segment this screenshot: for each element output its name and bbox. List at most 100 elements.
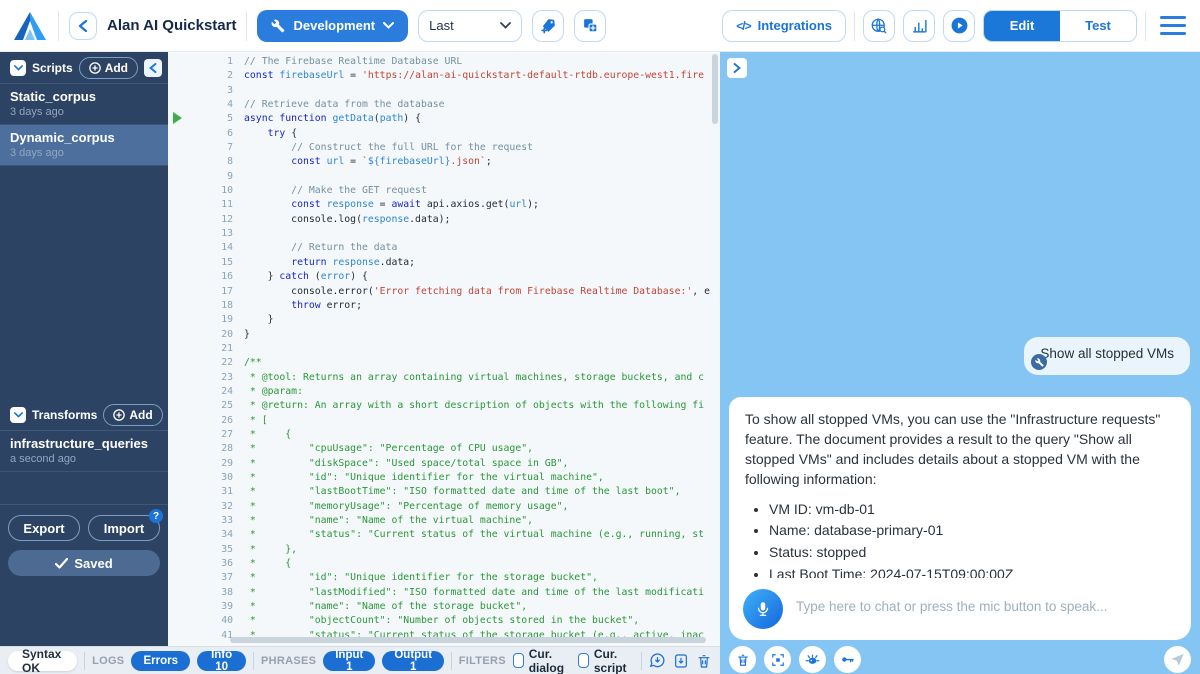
duplicate-button[interactable] — [574, 10, 606, 42]
user-message-text: Show all stopped VMs — [1040, 346, 1174, 361]
line-number: 20 — [168, 328, 244, 342]
clear-logs-button[interactable] — [696, 653, 712, 669]
back-button[interactable] — [69, 12, 97, 40]
file-download-icon — [673, 653, 689, 669]
environment-dropdown[interactable]: Development — [257, 10, 408, 42]
qr-scan-icon — [771, 653, 785, 667]
line-number: 14 — [168, 241, 244, 255]
qr-scan-button[interactable] — [764, 646, 791, 673]
cur-script-checkbox[interactable] — [578, 653, 589, 668]
add-version-tag-button[interactable] — [532, 10, 564, 42]
item-name: Dynamic_corpus — [10, 130, 158, 145]
cur-dialog-checkbox[interactable] — [513, 653, 524, 668]
chat-input-card — [729, 578, 1191, 640]
line-content: async function getData(path) { — [244, 112, 710, 126]
code-line: 7 // Construct the full URL for the requ… — [168, 141, 710, 155]
list-item[interactable]: infrastructure_queriesa second ago — [0, 431, 168, 472]
assistant-bullet-list: VM ID: vm-db-01Name: database-primary-01… — [769, 500, 1175, 586]
line-number: 24 — [168, 385, 244, 399]
scripts-list: Static_corpus3 days agoDynamic_corpus3 d… — [0, 84, 168, 166]
code-line: 13 — [168, 227, 710, 241]
tab-test[interactable]: Test — [1060, 11, 1136, 41]
line-content: try { — [244, 127, 710, 141]
line-content: * @return: An array with a short descrip… — [244, 399, 710, 413]
line-number: 38 — [168, 586, 244, 600]
chat-toolbar — [729, 646, 1191, 673]
list-item[interactable]: Dynamic_corpus3 days ago — [0, 125, 168, 166]
add-transform-button[interactable]: Add — [103, 404, 162, 426]
code-editor[interactable]: 1// The Firebase Realtime Database URL2c… — [168, 52, 720, 646]
add-script-button[interactable]: Add — [79, 57, 138, 79]
code-line: 16 } catch (error) { — [168, 270, 710, 284]
line-number: 13 — [168, 227, 244, 241]
help-badge[interactable]: ? — [149, 509, 163, 523]
filters-label: FILTERS — [459, 655, 506, 667]
bullet-item: Name: database-primary-01 — [769, 521, 1175, 541]
panel-expand-button[interactable] — [727, 58, 747, 78]
language-settings-button[interactable] — [863, 10, 895, 42]
line-number: 7 — [168, 141, 244, 155]
code-line: 11 const response = await api.axios.get(… — [168, 198, 710, 212]
line-content: * { — [244, 428, 710, 442]
analytics-button[interactable] — [903, 10, 935, 42]
code-line: 12 console.log(response.data); — [168, 213, 710, 227]
paper-plane-icon — [1170, 652, 1185, 667]
code-line: 10 // Make the GET request — [168, 184, 710, 198]
output-phrases-button[interactable]: Output 1 — [382, 651, 444, 671]
run-tutorial-button[interactable] — [943, 10, 975, 42]
line-number: 29 — [168, 457, 244, 471]
code-line: 31 * "lastBootTime": "ISO formatted date… — [168, 485, 710, 499]
input-phrases-button[interactable]: Input 1 — [323, 651, 375, 671]
line-content: * "memoryUsage": "Percentage of memory u… — [244, 500, 710, 514]
line-number: 25 — [168, 399, 244, 413]
tool-call-badge-icon[interactable] — [1031, 354, 1047, 370]
mic-button[interactable] — [743, 589, 783, 629]
clear-dialog-button[interactable] — [729, 646, 756, 673]
line-number: 32 — [168, 500, 244, 514]
code-line: 25 * @return: An array with a short desc… — [168, 399, 710, 413]
transforms-collapse-icon[interactable] — [10, 407, 26, 423]
version-select[interactable]: Last — [418, 10, 522, 42]
line-content: * { — [244, 557, 710, 571]
chat-download-icon — [649, 652, 666, 669]
divider — [641, 652, 642, 670]
saved-button[interactable]: Saved — [8, 550, 160, 576]
line-number: 9 — [168, 170, 244, 184]
line-content: // Construct the full URL for the reques… — [244, 141, 710, 155]
code-line: 28 * "cpuUsage": "Percentage of CPU usag… — [168, 442, 710, 456]
chat-input[interactable] — [796, 589, 1177, 614]
auth-key-button[interactable] — [834, 646, 861, 673]
code-line: 32 * "memoryUsage": "Percentage of memor… — [168, 500, 710, 514]
list-item[interactable]: Static_corpus3 days ago — [0, 84, 168, 125]
line-content: // The Firebase Realtime Database URL — [244, 55, 710, 69]
export-button[interactable]: Export — [8, 515, 80, 541]
code-line: 24 * @param: — [168, 385, 710, 399]
line-content: return response.data; — [244, 256, 710, 270]
line-number: 31 — [168, 485, 244, 499]
editor-vertical-scrollbar[interactable] — [712, 54, 718, 124]
tab-edit[interactable]: Edit — [984, 11, 1060, 41]
editor-horizontal-scrollbar[interactable] — [230, 637, 706, 643]
info-button[interactable]: Info 10 — [197, 651, 246, 671]
import-button[interactable]: Import ? — [88, 515, 160, 541]
export-dialog-button[interactable] — [649, 652, 666, 669]
send-button[interactable] — [1164, 646, 1191, 673]
chat-test-panel: Show all stopped VMs To show all stopped… — [720, 52, 1200, 674]
sidebar-collapse-button[interactable] — [144, 59, 162, 77]
integrations-button[interactable]: </> Integrations — [722, 10, 846, 42]
divider — [246, 11, 247, 41]
line-content: const url = `${firebaseUrl}.json`; — [244, 155, 710, 169]
code-line: 36 * { — [168, 557, 710, 571]
scripts-collapse-icon[interactable] — [10, 60, 26, 76]
debug-button[interactable] — [799, 646, 826, 673]
code-brackets-icon: </> — [736, 19, 750, 33]
transforms-list: infrastructure_queriesa second ago — [0, 431, 168, 472]
bullet-item: VM ID: vm-db-01 — [769, 500, 1175, 520]
hamburger-menu-icon[interactable] — [1160, 16, 1186, 35]
line-content: * "objectCount": "Number of objects stor… — [244, 614, 710, 628]
line-content — [244, 84, 710, 98]
errors-button[interactable]: Errors — [131, 651, 190, 671]
top-bar: Alan AI Quickstart Development Last </> … — [0, 0, 1200, 52]
line-number: 33 — [168, 514, 244, 528]
download-logs-button[interactable] — [673, 653, 689, 669]
